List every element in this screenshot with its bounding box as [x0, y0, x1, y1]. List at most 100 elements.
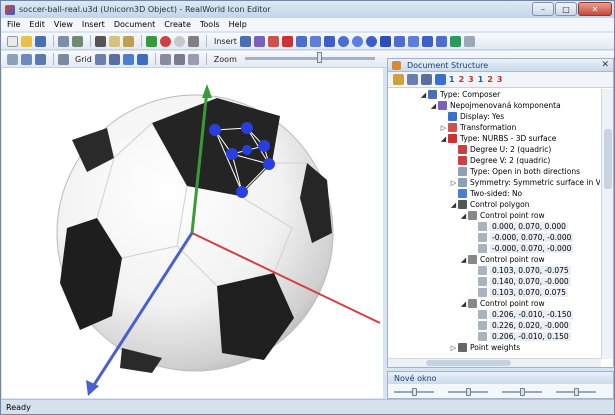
tree-expander-icon[interactable]: ▷: [450, 179, 457, 187]
tree-expander-icon[interactable]: ◢: [430, 102, 437, 110]
tree-item[interactable]: 0.206, -0.010, 0.150: [470, 331, 571, 342]
insert-disc-icon[interactable]: [421, 35, 433, 47]
insert-magnet-icon[interactable]: [449, 35, 461, 47]
insert-cube-icon[interactable]: [309, 35, 321, 47]
light-icon[interactable]: [174, 35, 185, 47]
insert-sphere-icon[interactable]: [337, 35, 349, 47]
insert-component-icon[interactable]: [253, 35, 265, 47]
collapse-level-2-button[interactable]: 2: [487, 74, 493, 85]
collapse-level-1-button[interactable]: 1: [478, 74, 484, 85]
tree-item[interactable]: ◢ Nepojmenovaná komponenta: [430, 100, 561, 111]
insert-ellipsoid-icon[interactable]: [351, 35, 363, 47]
menu-tools[interactable]: Tools: [200, 20, 220, 29]
menu-document[interactable]: Document: [114, 20, 155, 29]
3d-scene[interactable]: [2, 68, 383, 398]
menu-file[interactable]: File: [7, 20, 20, 29]
control-point[interactable]: [242, 145, 252, 155]
tree-item[interactable]: 0.206, -0.010, -0.150: [470, 309, 574, 320]
insert-more-icon[interactable]: [463, 35, 475, 47]
pivot-icon[interactable]: [21, 53, 32, 65]
tree-expander-icon[interactable]: ▷: [440, 124, 447, 132]
tree-item[interactable]: -0.000, 0.070, -0.000: [470, 232, 574, 243]
menu-view[interactable]: View: [54, 20, 73, 29]
expand-level-1-button[interactable]: 1: [449, 74, 455, 85]
collapse-level-3-button[interactable]: 3: [497, 74, 503, 85]
menu-edit[interactable]: Edit: [29, 20, 45, 29]
tree-item[interactable]: ◢ Type: Composer: [420, 89, 500, 100]
insert-prism-icon[interactable]: [323, 35, 335, 47]
tree-item[interactable]: ◢ Type: NURBS - 3D surface: [440, 133, 556, 144]
material-icon[interactable]: [160, 35, 171, 47]
insert-transform-icon[interactable]: [267, 35, 279, 47]
maximize-button[interactable]: □: [555, 2, 577, 16]
close-button[interactable]: ✕: [578, 2, 612, 16]
panel-close-icon[interactable]: ✕: [601, 60, 609, 70]
horizontal-scroll-thumb[interactable]: [426, 360, 511, 366]
tree-expander-icon[interactable]: ◢: [450, 201, 457, 209]
snap-grid-icon[interactable]: [108, 53, 120, 65]
tree-expander-icon[interactable]: ◢: [460, 300, 467, 308]
control-point[interactable]: [263, 158, 275, 170]
tree-item[interactable]: 0.103, 0.070, -0.075: [470, 265, 571, 276]
control-point[interactable]: [226, 148, 238, 160]
control-point[interactable]: [209, 124, 221, 136]
menu-create[interactable]: Create: [164, 20, 191, 29]
insert-cylinder-icon[interactable]: [407, 35, 419, 47]
shading-icon[interactable]: [159, 53, 171, 65]
tree-item[interactable]: Degree U: 2 (quadric): [450, 144, 551, 155]
insert-capsule-icon[interactable]: [435, 35, 447, 47]
tree-item[interactable]: ▷ Point weights: [450, 342, 520, 353]
move-down-icon[interactable]: [421, 74, 432, 85]
new-file-icon[interactable]: [7, 35, 18, 47]
grid-label[interactable]: Grid: [75, 55, 92, 64]
insert-cone-icon[interactable]: [379, 35, 391, 47]
tree-horizontal-scrollbar[interactable]: [388, 358, 601, 367]
cut-icon[interactable]: [95, 35, 106, 47]
rotate-icon[interactable]: [122, 53, 134, 65]
structure-tree[interactable]: ◢ Type: Composer ◢ Nepojmenovaná komponenta…: [388, 89, 600, 359]
view-mode-icon[interactable]: [7, 53, 18, 65]
tree-item[interactable]: Two-sided: No: [450, 188, 522, 199]
lighting-icon[interactable]: [187, 53, 199, 65]
expand-level-2-button[interactable]: 2: [459, 74, 465, 85]
tree-item[interactable]: ◢ Control point row: [460, 254, 545, 265]
insert-box-icon[interactable]: [295, 35, 307, 47]
tree-item[interactable]: 0.226, 0.020, -0.000: [470, 320, 571, 331]
control-point[interactable]: [236, 186, 248, 198]
axes-icon[interactable]: [35, 53, 46, 65]
save-icon[interactable]: [35, 35, 46, 47]
tree-vertical-scrollbar[interactable]: [601, 89, 613, 359]
snap-icon[interactable]: [94, 53, 106, 65]
panel-slider[interactable]: [394, 388, 434, 396]
tree-item[interactable]: Display: Yes: [440, 111, 504, 122]
move-up-icon[interactable]: [407, 74, 418, 85]
menu-help[interactable]: Help: [229, 20, 247, 29]
tree-item[interactable]: ◢ Control polygon: [450, 199, 529, 210]
add-element-icon[interactable]: [393, 74, 404, 85]
tree-item[interactable]: ◢ Control point row: [460, 210, 545, 221]
panel-slider[interactable]: [502, 388, 542, 396]
redo-icon[interactable]: [72, 35, 83, 47]
undo-icon[interactable]: [58, 35, 69, 47]
settings-icon[interactable]: [136, 53, 148, 65]
tree-item[interactable]: ◢ Control point row: [460, 298, 545, 309]
insert-nurbs-icon[interactable]: [281, 35, 293, 47]
tree-expander-icon[interactable]: ◢: [440, 135, 447, 143]
3d-viewport[interactable]: [2, 68, 383, 398]
tree-expander-icon[interactable]: ◢: [460, 256, 467, 264]
control-point[interactable]: [241, 122, 253, 134]
tree-item[interactable]: Degree V: 2 (quadric): [450, 155, 550, 166]
control-point[interactable]: [258, 140, 270, 152]
tree-item[interactable]: Type: Open in both directions: [450, 166, 580, 177]
open-folder-icon[interactable]: [21, 35, 32, 47]
tree-item[interactable]: -0.000, 0.070, -0.000: [470, 243, 574, 254]
tree-icon[interactable]: [146, 35, 157, 47]
tree-expander-icon[interactable]: ▷: [450, 344, 457, 352]
vertical-scroll-thumb[interactable]: [604, 129, 612, 189]
wireframe-icon[interactable]: [173, 53, 185, 65]
expand-icon[interactable]: [435, 74, 446, 85]
panel-slider[interactable]: [556, 388, 596, 396]
menu-insert[interactable]: Insert: [82, 20, 105, 29]
zoom-slider-handle[interactable]: [317, 52, 322, 63]
tree-item[interactable]: 0.000, 0.070, 0.000: [470, 221, 568, 232]
